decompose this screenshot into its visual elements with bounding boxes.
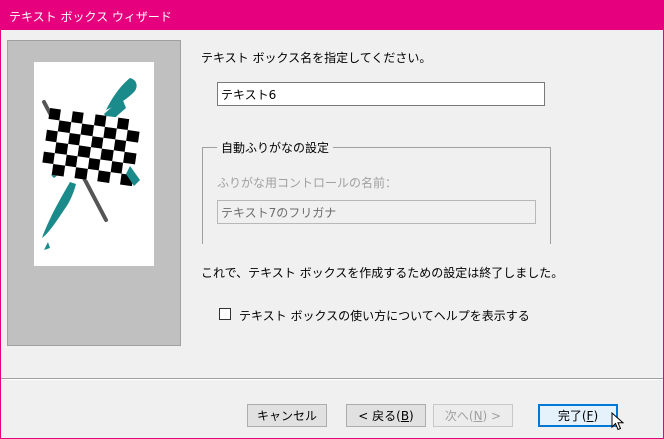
finish-button[interactable]: 完了(F) [538,404,618,427]
finish-message: これで、テキスト ボックスを作成するための設定は終了しました。 [201,266,564,280]
checkered-flag-icon [34,62,154,266]
furigana-group-title: 自動ふりがなの設定 [217,139,334,156]
text-box-name-input[interactable] [217,82,545,106]
wizard-image-panel [7,40,181,346]
help-checkbox-label[interactable]: テキスト ボックスの使い方についてヘルプを表示する [239,307,530,324]
help-checkbox[interactable] [219,308,231,320]
footer-divider-highlight [1,379,663,380]
title-bar[interactable]: テキスト ボックス ウィザード [1,0,663,30]
window-title: テキスト ボックス ウィザード [9,10,172,24]
furigana-settings-group: 自動ふりがなの設定 [202,139,551,244]
wizard-window: テキスト ボックス ウィザード テキスト ボックス名を指定してください。 テキス… [0,0,664,439]
back-button[interactable]: < 戻る(B) [346,404,426,427]
mouse-cursor-icon [611,412,625,431]
name-prompt-label: テキスト ボックス名を指定してください。 [201,51,432,65]
cancel-button[interactable]: キャンセル [247,404,327,427]
next-button[interactable]: 次へ(N) > [433,404,513,427]
furigana-control-name-input[interactable] [217,200,536,224]
furigana-control-name-label: ふりがな用コントロールの名前： [217,176,398,190]
